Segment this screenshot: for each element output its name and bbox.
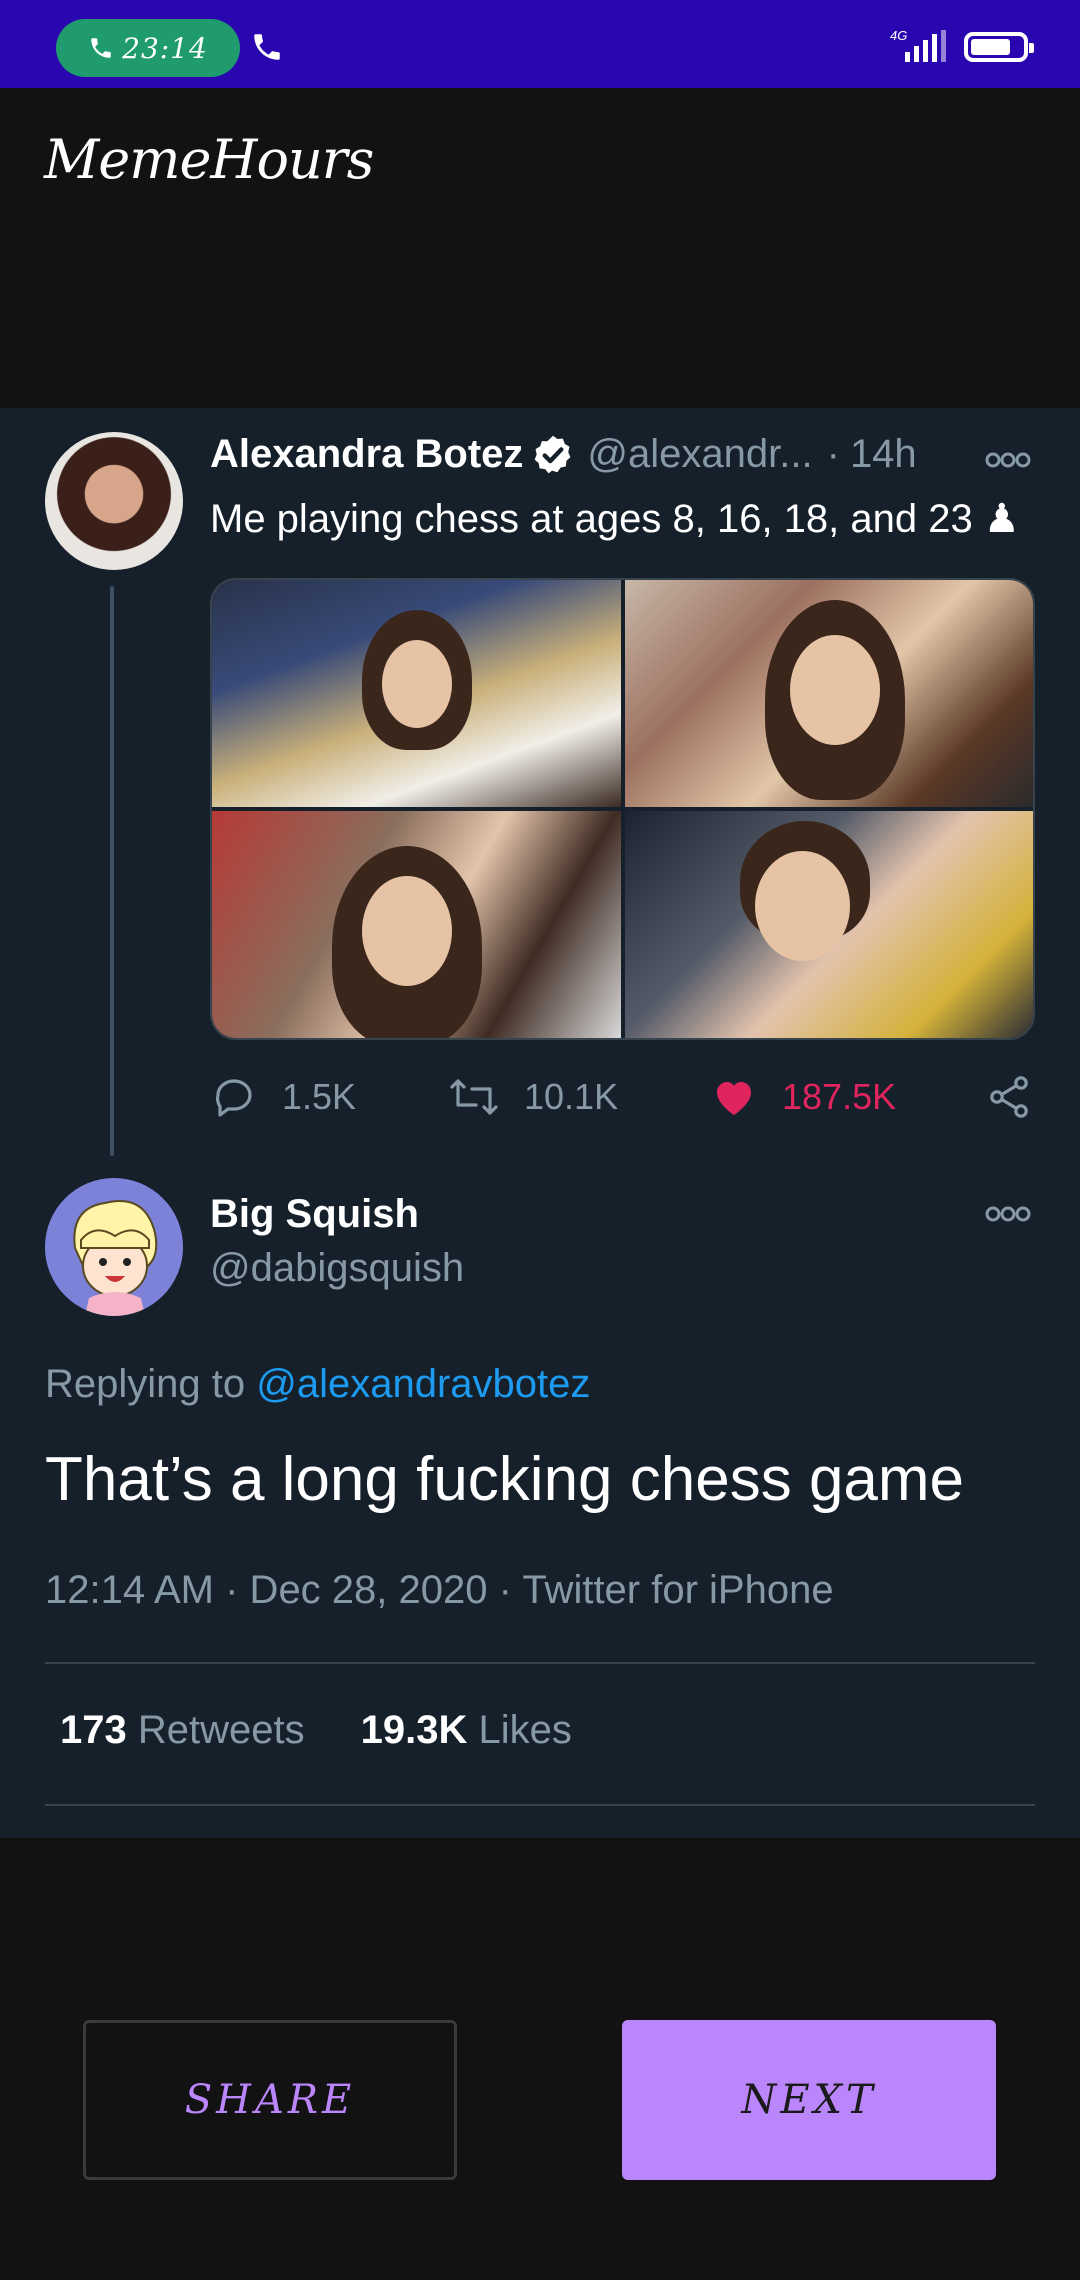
call-timer: 23:14 — [122, 31, 208, 65]
status-bar: 23:14 4G — [0, 0, 1080, 88]
thread-line — [110, 586, 114, 1156]
retweet-icon — [450, 1079, 498, 1115]
likes-stat-label: Likes — [478, 1708, 572, 1752]
more-options-icon[interactable] — [985, 1204, 1031, 1224]
share-icon — [990, 1076, 1028, 1118]
tweet1-actions: 1.5K 10.1K 187.5K — [210, 1073, 1040, 1143]
phone-icon — [91, 38, 111, 58]
tweet2-stats: 173 Retweets 19.3K Likes — [60, 1708, 572, 1753]
avatar-big-squish[interactable] — [45, 1178, 183, 1316]
retweets-stat-count: 173 — [60, 1708, 127, 1752]
separator-dot: · — [826, 432, 840, 476]
app-title: MemeHours — [44, 128, 374, 191]
share-action[interactable] — [985, 1073, 1033, 1121]
media-photo-3[interactable] — [212, 811, 621, 1038]
divider — [45, 1662, 1035, 1664]
replying-to: Replying to @alexandravbotez — [45, 1362, 590, 1407]
tweet1-text: Me playing chess at ages 8, 16, 18, and … — [210, 497, 1020, 541]
tweet2-handle[interactable]: @dabigsquish — [210, 1246, 464, 1291]
battery-icon — [964, 32, 1034, 62]
reply-action[interactable]: 1.5K — [210, 1073, 356, 1121]
signal-icon — [905, 30, 946, 62]
avatar-alexandra[interactable] — [45, 432, 183, 570]
replying-mention-link[interactable]: @alexandravbotez — [256, 1362, 590, 1406]
reply-count: 1.5K — [282, 1076, 357, 1117]
tweet1-header: Alexandra Botez @alexandr... · 14h — [210, 432, 917, 477]
media-photo-2[interactable] — [624, 580, 1033, 807]
tweet2-meta: 12:14 AM · Dec 28, 2020 · Twitter for iP… — [45, 1568, 834, 1612]
tweet1-author-name[interactable]: Alexandra Botez — [210, 432, 523, 477]
like-action[interactable]: 187.5K — [710, 1073, 896, 1121]
replying-prefix: Replying to — [45, 1362, 246, 1406]
retweets-stat[interactable]: 173 Retweets — [60, 1708, 305, 1753]
retweet-count: 10.1K — [524, 1076, 619, 1117]
more-options-icon[interactable] — [985, 450, 1031, 470]
tweet1-media-grid[interactable] — [210, 578, 1035, 1040]
reply-icon — [215, 1079, 252, 1117]
share-button[interactable]: SHARE — [83, 2020, 457, 2180]
next-button[interactable]: NEXT — [622, 2020, 996, 2180]
verified-badge-icon — [535, 435, 571, 473]
retweets-stat-label: Retweets — [137, 1708, 305, 1752]
cartoon-avatar-icon — [45, 1178, 183, 1316]
tweet1-time: 14h — [849, 432, 917, 476]
divider — [45, 1804, 1035, 1806]
like-count: 187.5K — [782, 1076, 897, 1117]
tweet-card: Alexandra Botez @alexandr... · 14h Me pl… — [0, 408, 1080, 1838]
heart-icon — [717, 1082, 751, 1115]
call-status-icon — [254, 34, 280, 60]
media-photo-4[interactable] — [624, 811, 1033, 1038]
tweet2-author-name[interactable]: Big Squish — [210, 1192, 419, 1237]
likes-stat-count: 19.3K — [360, 1708, 468, 1752]
media-photo-1[interactable] — [212, 580, 621, 807]
tweet2-text: That’s a long fucking chess game — [45, 1445, 965, 1514]
ongoing-call-pill[interactable]: 23:14 — [56, 19, 240, 77]
retweet-action[interactable]: 10.1K — [448, 1073, 618, 1121]
tweet1-handle[interactable]: @alexandr... — [587, 432, 812, 477]
likes-stat[interactable]: 19.3K Likes — [361, 1708, 572, 1753]
